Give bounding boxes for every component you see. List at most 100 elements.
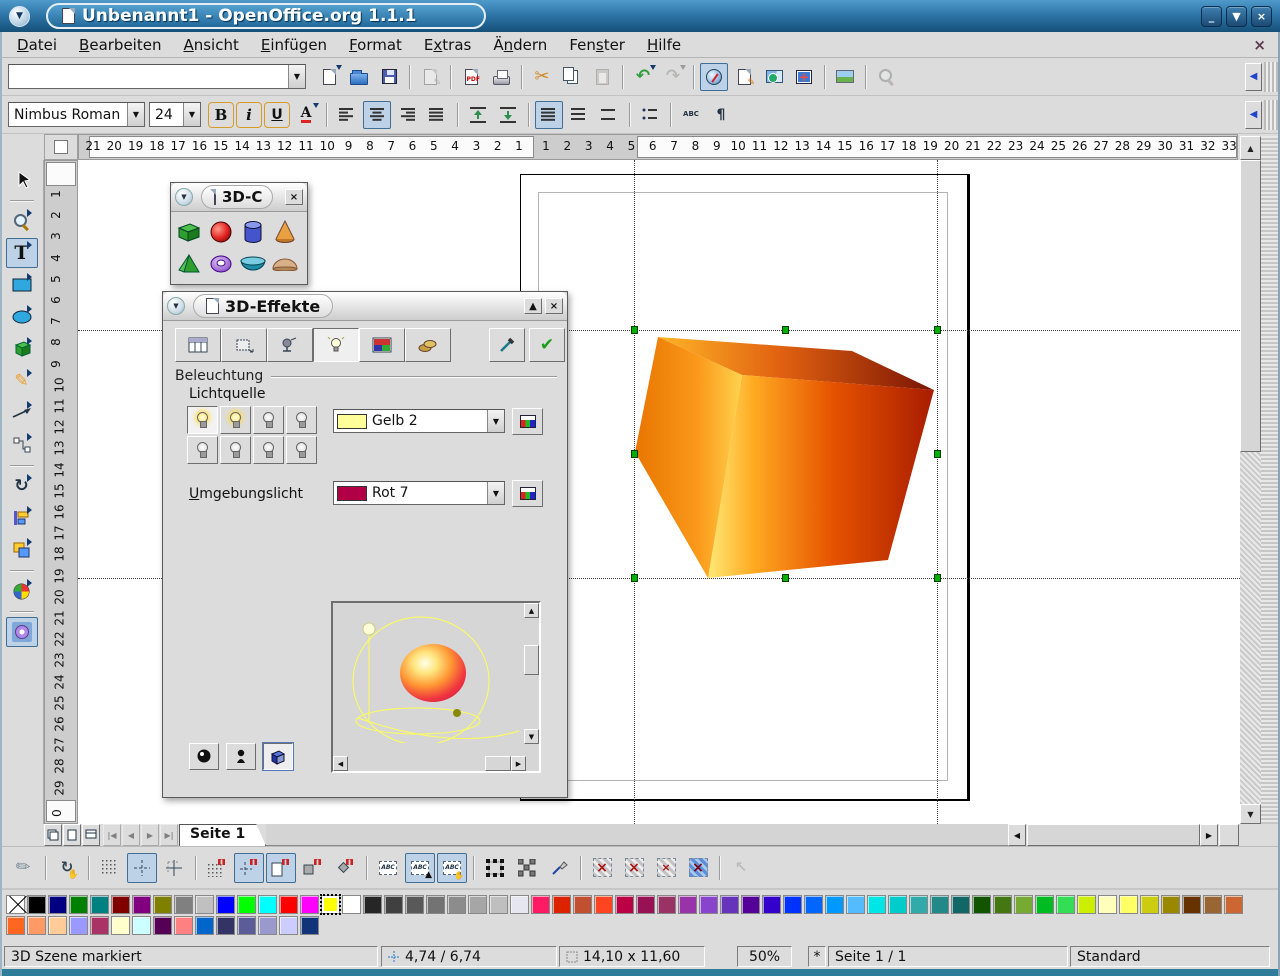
snap-guides-icon[interactable]	[234, 853, 264, 883]
color-swatch[interactable]	[153, 916, 172, 935]
preview-rotate-left[interactable]: ◀	[333, 756, 348, 771]
light-source-8-button[interactable]	[286, 436, 317, 464]
color-swatch[interactable]	[384, 895, 403, 914]
color-swatch[interactable]	[552, 895, 571, 914]
color-swatch[interactable]	[174, 895, 193, 914]
selection-handle[interactable]	[782, 326, 789, 334]
menu-einfügen[interactable]: Einfügen	[250, 34, 338, 56]
menu-format[interactable]: Format	[338, 34, 413, 56]
color-swatch[interactable]	[1035, 895, 1054, 914]
select-icon[interactable]	[6, 165, 38, 195]
color-swatch[interactable]	[1014, 895, 1033, 914]
menu-fenster[interactable]: Fenster	[558, 34, 636, 56]
zoom-page-icon[interactable]: +	[790, 63, 818, 91]
rotate-icon[interactable]: ↻	[6, 471, 38, 501]
curve-icon[interactable]: ✎	[6, 366, 38, 396]
ambient-color-dropdown[interactable]: ▼	[487, 482, 504, 504]
font-name-value[interactable]: Nimbus Roman	[9, 107, 127, 123]
snap-grid-icon[interactable]	[202, 853, 232, 883]
menu-datei[interactable]: Datei	[6, 34, 68, 56]
underline-icon[interactable]: U	[264, 102, 290, 128]
light-color-picker-button[interactable]	[512, 408, 543, 435]
color-swatch[interactable]	[447, 895, 466, 914]
font-color-icon[interactable]: A	[292, 101, 320, 129]
color-swatch[interactable]	[69, 916, 88, 935]
char-dialog-icon[interactable]: ABC	[677, 101, 705, 129]
selection-handle[interactable]	[934, 574, 941, 582]
line-15-icon[interactable]	[565, 101, 593, 129]
color-swatch[interactable]	[909, 895, 928, 914]
tab-textures-icon[interactable]	[359, 328, 405, 362]
color-swatch[interactable]	[237, 895, 256, 914]
ambient-color-combobox[interactable]: Rot 7 ▼	[333, 481, 505, 505]
color-swatch[interactable]	[888, 895, 907, 914]
color-swatch[interactable]	[216, 916, 235, 935]
url-combobox[interactable]: ▼	[8, 64, 306, 89]
status-page[interactable]: Seite 1 / 1	[828, 946, 1068, 967]
line-contour-icon[interactable]: ×	[683, 853, 713, 883]
document-close-icon[interactable]: ×	[1245, 36, 1274, 54]
color-none[interactable]	[6, 895, 25, 914]
preview-hscroll-thumb[interactable]	[485, 756, 511, 771]
save-icon[interactable]	[375, 63, 403, 91]
horizontal-ruler[interactable]: 2120191817161514131211109876543211234567…	[78, 134, 1238, 160]
color-swatch[interactable]	[573, 895, 592, 914]
light-color-value[interactable]: Gelb 2	[367, 413, 487, 429]
color-swatch[interactable]	[90, 916, 109, 935]
preview-vscroll-thumb[interactable]	[524, 645, 539, 675]
select-text-area-icon[interactable]: ABC▲	[405, 853, 435, 883]
effects-icon[interactable]	[6, 617, 38, 647]
palette-menu-button[interactable]: ▼	[175, 188, 193, 206]
ambient-color-picker-button[interactable]	[512, 480, 543, 507]
shell3d-icon[interactable]	[237, 248, 269, 280]
undo-icon[interactable]: ↶	[629, 63, 657, 91]
zoom-icon[interactable]	[6, 206, 38, 236]
color-swatch[interactable]	[132, 916, 151, 935]
para-dialog-icon[interactable]: ¶	[707, 101, 735, 129]
status-zoom[interactable]: 50%	[737, 946, 792, 967]
bold-icon[interactable]: B	[208, 102, 234, 128]
pyramid3d-icon[interactable]	[173, 248, 205, 280]
color-swatch[interactable]	[1224, 895, 1243, 914]
light-source-1-button[interactable]	[187, 406, 218, 434]
insert-icon[interactable]	[6, 576, 38, 606]
insert-graphics-icon[interactable]	[831, 63, 859, 91]
apply-icon[interactable]: ✔	[529, 328, 565, 362]
color-swatch[interactable]	[27, 916, 46, 935]
color-swatch[interactable]	[258, 916, 277, 935]
color-swatch[interactable]	[321, 895, 340, 914]
selection-handle[interactable]	[631, 450, 638, 458]
torus3d-icon[interactable]	[205, 248, 237, 280]
color-swatch[interactable]	[111, 916, 130, 935]
color-swatch[interactable]	[90, 895, 109, 914]
selection-handle[interactable]	[934, 450, 941, 458]
simple-handles-icon[interactable]	[480, 853, 510, 883]
object3d-icon[interactable]	[6, 334, 38, 364]
dialog-titlebar[interactable]: ▼ 3D-Effekte ▲ ×	[163, 292, 567, 321]
tab-geometry-icon[interactable]	[221, 328, 267, 362]
grid-visible-icon[interactable]	[95, 853, 125, 883]
minimize-button[interactable]: _	[1201, 6, 1222, 27]
color-swatch[interactable]	[657, 895, 676, 914]
menu-ansicht[interactable]: Ansicht	[172, 34, 249, 56]
color-swatch[interactable]	[195, 916, 214, 935]
toolbar-collapse-button[interactable]: ◀	[1245, 101, 1262, 129]
light-color-dropdown[interactable]: ▼	[487, 410, 504, 432]
color-swatch[interactable]	[405, 895, 424, 914]
toolbar-grip[interactable]	[1264, 100, 1278, 130]
color-swatch[interactable]	[153, 895, 172, 914]
bullets-icon[interactable]	[636, 101, 664, 129]
selection-handle[interactable]	[631, 326, 638, 334]
stylist-icon[interactable]: ✎	[730, 63, 758, 91]
color-swatch[interactable]	[720, 895, 739, 914]
line-2-icon[interactable]	[595, 101, 623, 129]
status-size[interactable]: 14,10 x 11,60	[559, 946, 705, 967]
selection-handle[interactable]	[631, 574, 638, 582]
new-document-icon[interactable]	[315, 63, 343, 91]
color-swatch[interactable]	[804, 895, 823, 914]
menu-bearbeiten[interactable]: Bearbeiten	[68, 34, 172, 56]
layer-edit-icon[interactable]	[82, 824, 100, 846]
color-swatch[interactable]	[258, 895, 277, 914]
text-icon[interactable]: T	[6, 238, 38, 268]
prev-lamp-button[interactable]	[226, 743, 256, 770]
